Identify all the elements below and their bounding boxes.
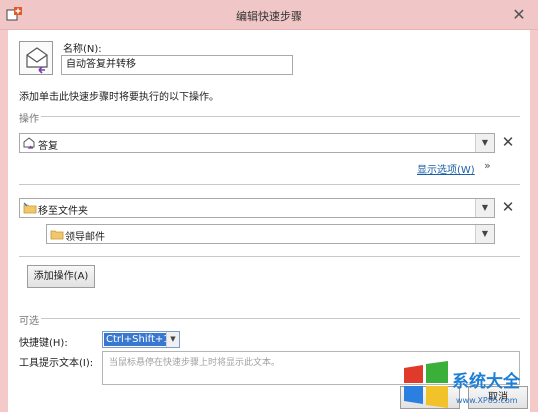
name-label: 名称(N): bbox=[63, 44, 102, 55]
folder-icon bbox=[23, 202, 37, 214]
action-2-label: 移至文件夹 bbox=[38, 206, 88, 217]
add-action-button[interactable]: 添加操作(A) bbox=[27, 265, 95, 288]
action-separator bbox=[19, 256, 520, 257]
quick-step-icon-button[interactable] bbox=[19, 41, 53, 75]
actions-description: 添加单击此快速步骤时将要执行的以下操作。 bbox=[19, 92, 219, 103]
show-options-link[interactable]: 显示选项(W) bbox=[417, 161, 475, 176]
title-bar: 编辑快速步骤 ✕ bbox=[0, 0, 538, 30]
chevron-down-icon[interactable]: ▼ bbox=[166, 332, 179, 347]
actions-section-label: 操作 bbox=[19, 114, 39, 125]
remove-action-1-button[interactable]: ✕ bbox=[501, 134, 515, 150]
reply-mail-icon bbox=[23, 137, 35, 149]
action-1-label: 答复 bbox=[38, 141, 58, 152]
optional-divider bbox=[41, 318, 520, 319]
expand-options-icon[interactable]: » bbox=[484, 159, 491, 172]
watermark-text: 系统大全 bbox=[452, 372, 520, 392]
target-folder-select[interactable]: 领导邮件 ▼ bbox=[46, 224, 495, 244]
actions-divider bbox=[41, 116, 520, 117]
shortcut-value: Ctrl+Shift+1 bbox=[104, 333, 172, 346]
action-separator bbox=[19, 184, 520, 185]
tooltip-label: 工具提示文本(I): bbox=[19, 358, 94, 369]
name-field[interactable]: 自动答复并转移 bbox=[61, 55, 293, 75]
windows-logo-icon bbox=[404, 361, 448, 408]
chevron-down-icon[interactable]: ▼ bbox=[475, 134, 494, 152]
reply-envelope-icon bbox=[26, 47, 48, 74]
optional-section-label: 可选 bbox=[19, 316, 39, 327]
action-2-select[interactable]: 移至文件夹 ▼ bbox=[19, 198, 495, 218]
chevron-down-icon[interactable]: ▼ bbox=[475, 225, 494, 243]
close-window-button[interactable]: ✕ bbox=[510, 6, 528, 24]
chevron-down-icon[interactable]: ▼ bbox=[475, 199, 494, 217]
shortcut-select[interactable]: Ctrl+Shift+1 ▼ bbox=[102, 331, 180, 348]
folder-icon bbox=[50, 230, 64, 240]
target-folder-value: 领导邮件 bbox=[65, 232, 105, 243]
action-1-select[interactable]: 答复 ▼ bbox=[19, 133, 495, 153]
watermark-url: www.XP85.com bbox=[456, 396, 518, 405]
shortcut-label: 快捷键(H): bbox=[19, 338, 68, 349]
remove-action-2-button[interactable]: ✕ bbox=[501, 199, 515, 215]
window-title: 编辑快速步骤 bbox=[236, 10, 302, 23]
